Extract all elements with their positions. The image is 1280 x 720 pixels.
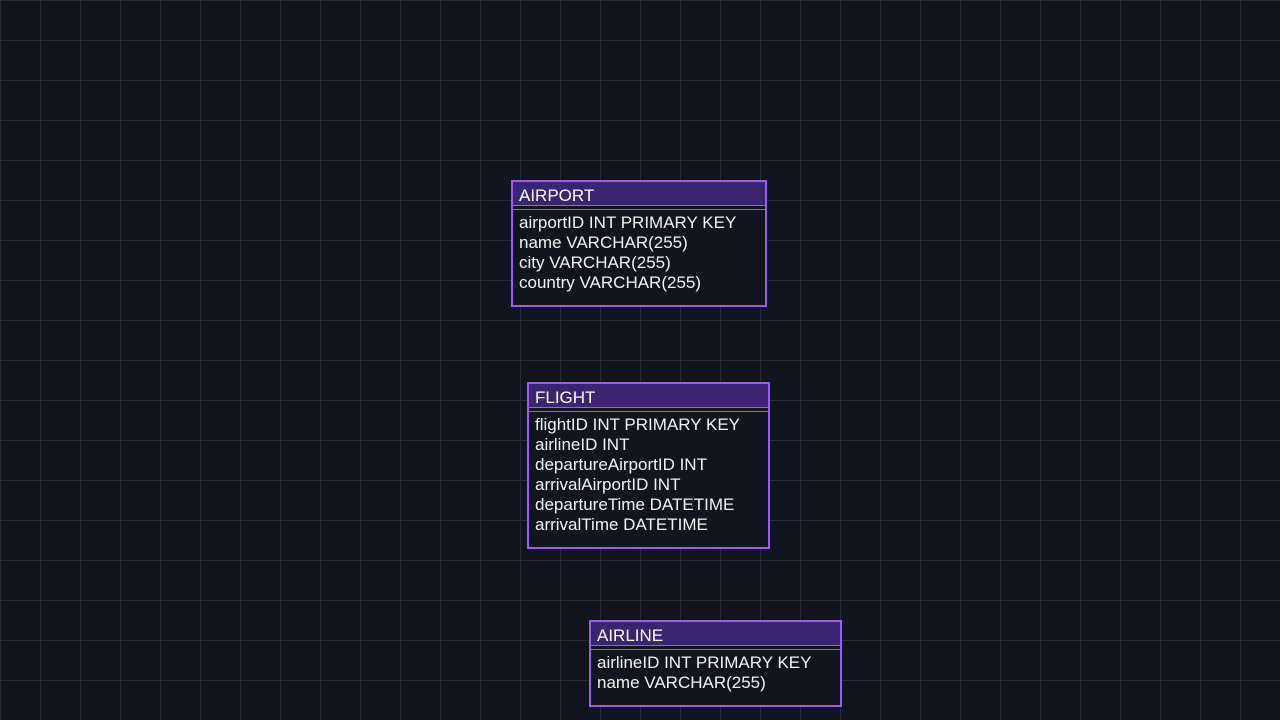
entity-title: AIRPORT <box>513 182 765 206</box>
field-list: airlineID INT PRIMARY KEY name VARCHAR(2… <box>591 650 840 696</box>
field-list: airportID INT PRIMARY KEY name VARCHAR(2… <box>513 210 765 296</box>
field-row: airlineID INT PRIMARY KEY <box>597 653 812 672</box>
field-row: name VARCHAR(255) <box>519 233 688 252</box>
entity-title: AIRLINE <box>591 622 840 646</box>
field-row: city VARCHAR(255) <box>519 253 671 272</box>
entity-flight[interactable]: FLIGHT flightID INT PRIMARY KEY airlineI… <box>527 382 770 549</box>
field-row: departureTime DATETIME <box>535 495 735 514</box>
field-row: arrivalTime DATETIME <box>535 515 708 534</box>
entity-airport[interactable]: AIRPORT airportID INT PRIMARY KEY name V… <box>511 180 767 307</box>
field-row: name VARCHAR(255) <box>597 673 766 692</box>
field-row: airportID INT PRIMARY KEY <box>519 213 737 232</box>
field-row: airlineID INT <box>535 435 630 454</box>
field-list: flightID INT PRIMARY KEY airlineID INT d… <box>529 412 768 538</box>
entity-airline[interactable]: AIRLINE airlineID INT PRIMARY KEY name V… <box>589 620 842 707</box>
field-row: arrivalAirportID INT <box>535 475 681 494</box>
field-row: country VARCHAR(255) <box>519 273 702 292</box>
entity-title: FLIGHT <box>529 384 768 408</box>
field-row: flightID INT PRIMARY KEY <box>535 415 741 434</box>
field-row: departureAirportID INT <box>535 455 707 474</box>
